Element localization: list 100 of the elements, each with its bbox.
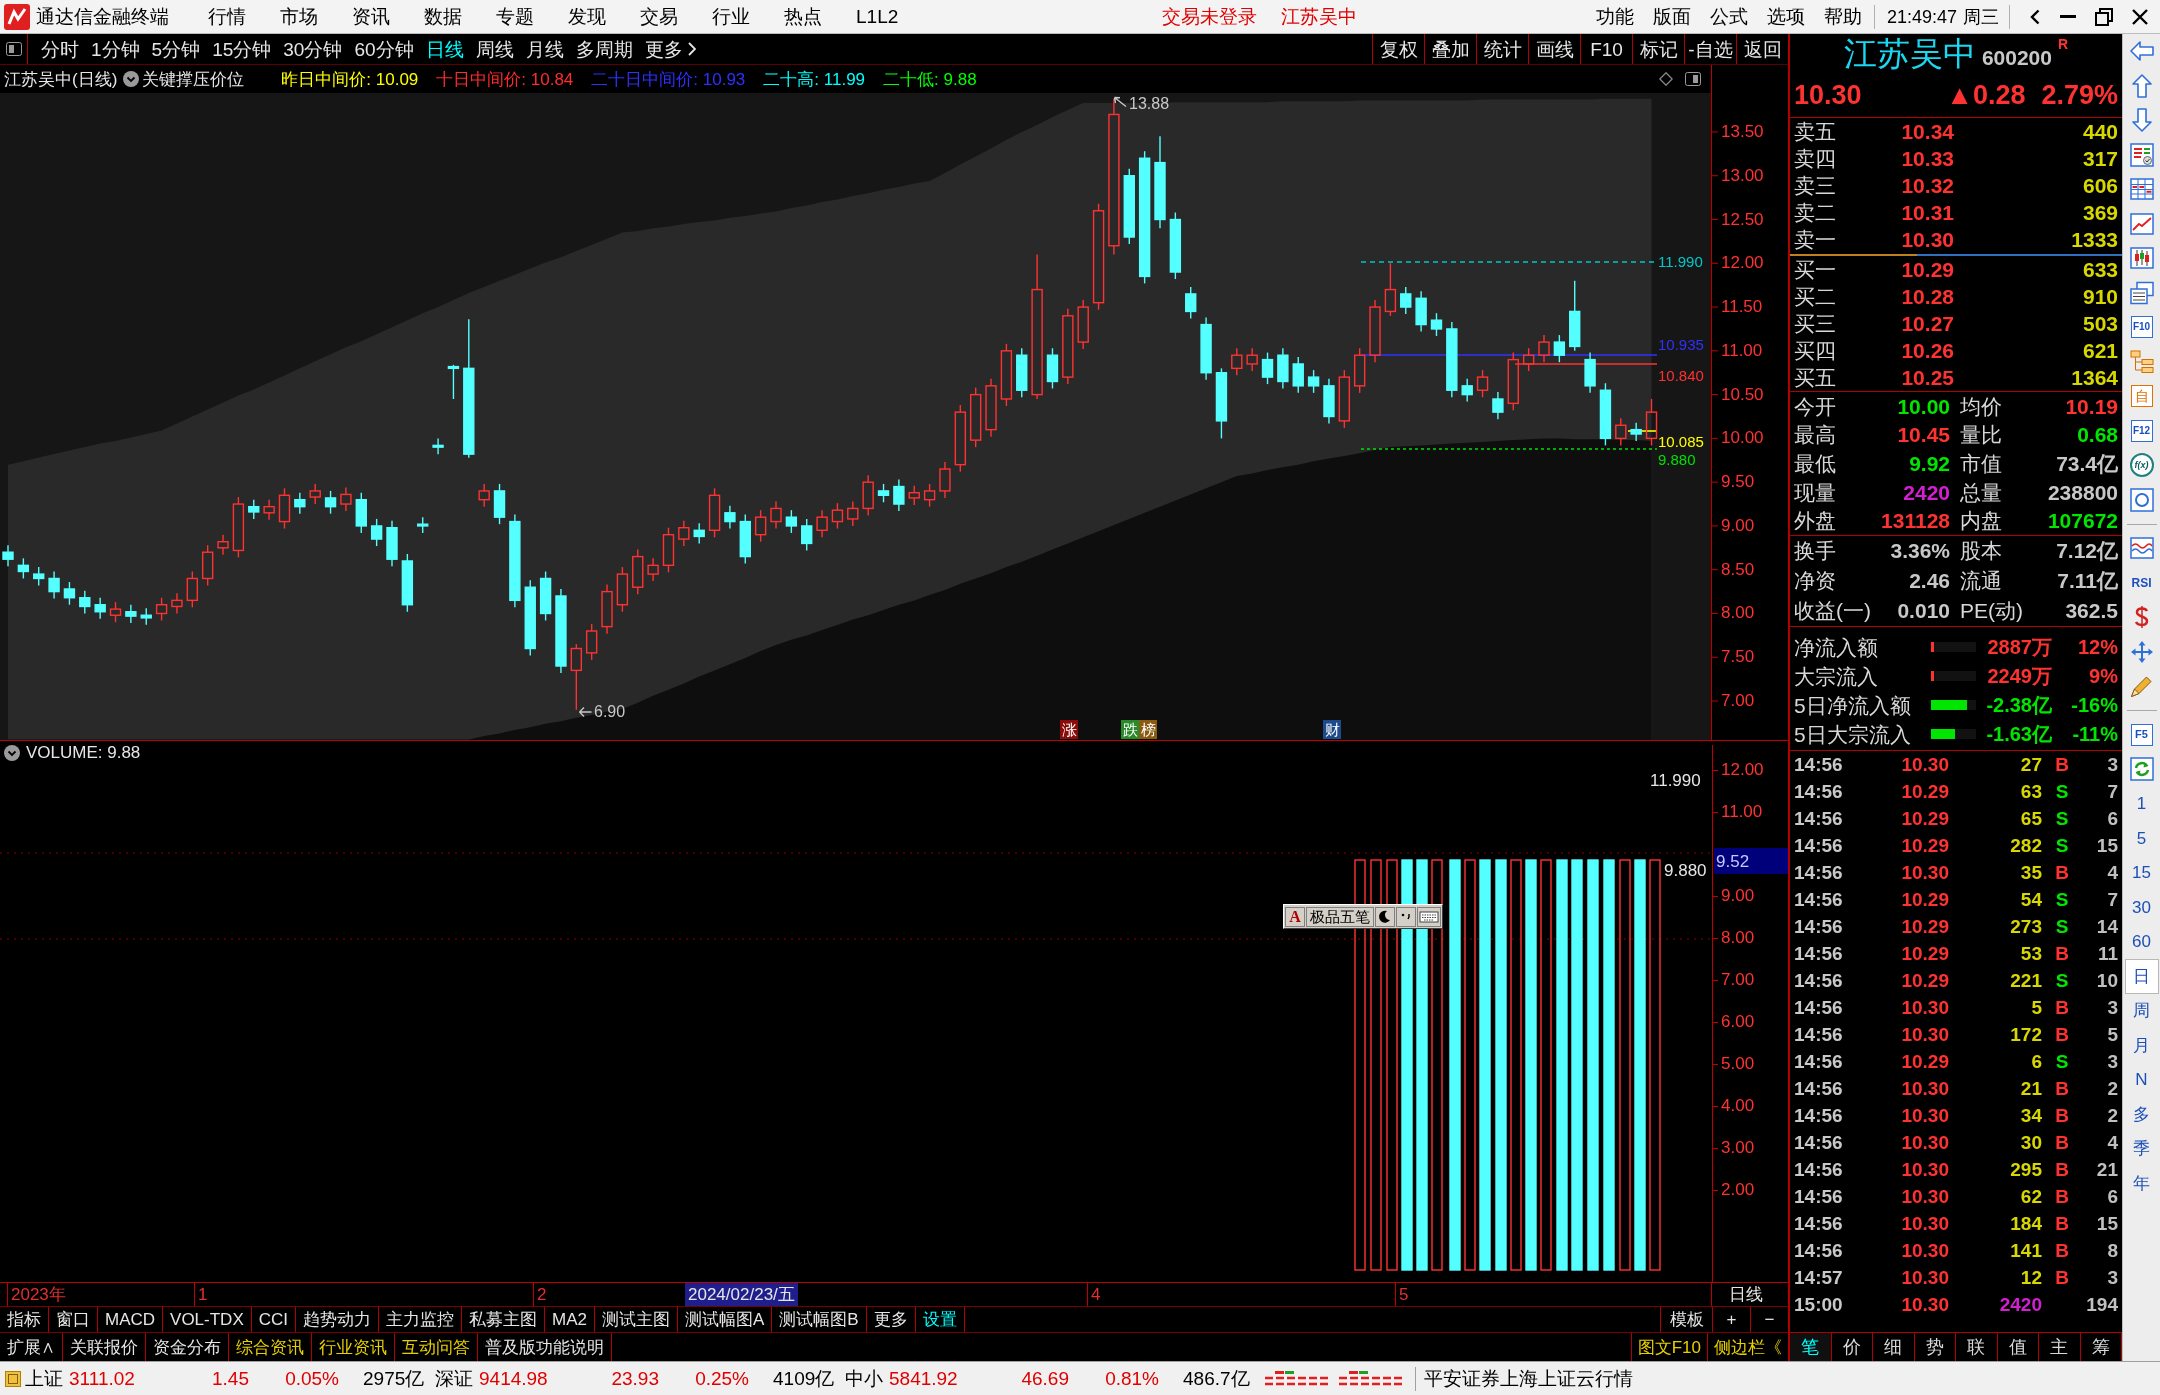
menu-item[interactable]: 帮助 [1823, 7, 1862, 26]
period-tab[interactable]: 15分钟 [212, 39, 272, 59]
indicator-tab[interactable]: 私募主图 [462, 1307, 546, 1332]
period-button[interactable]: N [2124, 1062, 2159, 1097]
app-logo-icon[interactable] [4, 3, 30, 30]
chart-tool-button[interactable]: 复权 [1372, 34, 1424, 64]
menu-item[interactable]: 发现 [568, 7, 606, 26]
keyboard-icon[interactable] [1417, 906, 1441, 927]
indicator-tab[interactable]: VOL-TDX [163, 1307, 252, 1332]
indicator-tab[interactable]: 更多 [866, 1307, 916, 1332]
menu-item[interactable]: 资讯 [352, 7, 390, 26]
report-grid-icon[interactable] [2129, 142, 2154, 167]
f12-button[interactable]: F12 [2130, 419, 2153, 442]
indicator-tab[interactable]: 指标 [0, 1307, 49, 1332]
period-button[interactable]: 季 [2124, 1131, 2159, 1166]
period-tab[interactable]: 60分钟 [354, 39, 414, 59]
event-tag[interactable]: 榜 [1139, 720, 1157, 739]
event-tag[interactable]: 涨 [1060, 720, 1078, 739]
menu-item[interactable]: 选项 [1766, 7, 1805, 26]
event-tag[interactable]: 跌 [1121, 720, 1139, 739]
tick-count: 2 [2106, 1078, 2118, 1098]
period-tab[interactable]: 周线 [475, 39, 514, 59]
line-chart-icon[interactable] [2129, 211, 2154, 236]
menu-item[interactable]: 公式 [1709, 7, 1748, 26]
moon-icon[interactable] [1375, 906, 1395, 927]
formula-button[interactable]: f(x) [2129, 453, 2154, 478]
move-icon[interactable] [2129, 639, 2154, 664]
indicator-tab[interactable]: 主力监控 [379, 1307, 463, 1332]
chart-tool-button[interactable]: 画线 [1528, 34, 1580, 64]
period-button[interactable]: 1 [2124, 786, 2159, 821]
notice-text: 江苏吴中 [1281, 7, 1358, 26]
ime-name-button[interactable]: 极品五笔 [1306, 906, 1374, 927]
clock-time: 21:49:47 [1886, 7, 1957, 26]
panel-toggle-icon[interactable] [1685, 72, 1701, 86]
period-tab[interactable]: 月线 [525, 39, 564, 59]
wave-chart-icon[interactable] [2129, 536, 2154, 561]
candlestick-icon[interactable] [2129, 246, 2154, 271]
menu-item[interactable]: 功能 [1595, 7, 1634, 26]
period-tab[interactable]: 日线 [425, 39, 464, 59]
candle [278, 487, 291, 530]
period-button[interactable]: 日 [2124, 959, 2159, 994]
tree-icon[interactable] [2129, 349, 2154, 374]
table-icon[interactable] [2129, 177, 2154, 202]
menu-item[interactable]: 行情 [208, 7, 246, 26]
f10-button[interactable]: F10 [2130, 316, 2153, 339]
dropdown-circle-icon[interactable] [123, 71, 140, 87]
period-button[interactable]: 30 [2124, 890, 2159, 925]
pencil-icon[interactable] [2129, 674, 2154, 699]
indicator-tab[interactable]: MACD [98, 1307, 164, 1332]
chart-tool-button[interactable]: 统计 [1476, 34, 1528, 64]
menu-item[interactable]: 市场 [280, 7, 318, 26]
f5-button[interactable]: F5 [2130, 723, 2153, 746]
event-tag[interactable]: 财 [1323, 720, 1341, 739]
period-button[interactable]: 15 [2124, 855, 2159, 890]
period-tab[interactable]: 30分钟 [283, 39, 343, 59]
menu-item[interactable]: 交易 [640, 7, 678, 26]
windows-icon[interactable] [2129, 280, 2154, 305]
order-level-label: 买五 [1794, 367, 1837, 388]
indicator-tab[interactable]: 设置 [915, 1307, 965, 1332]
period-button[interactable]: 年 [2124, 1166, 2159, 1201]
period-tab[interactable]: 1分钟 [91, 39, 140, 59]
indicator-tab[interactable]: 测试幅图A [678, 1307, 773, 1332]
menu-item[interactable]: 专题 [496, 7, 534, 26]
refresh-icon[interactable] [2129, 757, 2154, 782]
menu-item[interactable]: 数据 [424, 7, 462, 26]
diamond-icon[interactable] [1659, 72, 1673, 86]
rsi-button[interactable]: RSI [2128, 573, 2155, 592]
period-tab[interactable]: 多周期 [575, 39, 633, 59]
period-button[interactable]: 5 [2124, 821, 2159, 856]
indicator-tab[interactable]: 趋势动力 [296, 1307, 380, 1332]
panel-control-button[interactable]: + [1712, 1307, 1750, 1332]
indicator-tab[interactable]: MA2 [545, 1307, 595, 1332]
ime-mode-button[interactable]: A [1285, 906, 1305, 927]
menu-item[interactable]: 热点 [784, 7, 822, 26]
panel-control-button[interactable]: 模板 [1660, 1307, 1712, 1332]
indicator-tab[interactable]: CCI [251, 1307, 297, 1332]
indicator-tab[interactable]: 测试幅图B [772, 1307, 867, 1332]
panel-icon[interactable] [5, 1370, 21, 1387]
indicator-tab[interactable]: 窗口 [49, 1307, 98, 1332]
punctuation-icon[interactable] [1396, 906, 1416, 927]
period-tab[interactable]: 5分钟 [151, 39, 201, 59]
arrow-left-icon[interactable] [2129, 39, 2154, 64]
chart-tool-button[interactable]: -自选 [1684, 34, 1736, 64]
chart-tool-button[interactable]: 标记 [1632, 34, 1684, 64]
menu-item[interactable]: 版面 [1652, 7, 1691, 26]
period-tab[interactable]: 更多 [644, 39, 696, 59]
period-button[interactable]: 月 [2124, 1028, 2159, 1063]
period-button[interactable]: 周 [2124, 993, 2159, 1028]
arrow-down-icon[interactable] [2129, 108, 2154, 133]
period-button[interactable]: 60 [2124, 924, 2159, 959]
menu-item[interactable]: 行业 [712, 7, 750, 26]
menu-item[interactable]: L1L2 [856, 7, 899, 26]
chart-tool-button[interactable]: 叠加 [1424, 34, 1476, 64]
period-button[interactable]: 多 [2124, 1097, 2159, 1132]
chart-tool-button[interactable]: F10 [1580, 34, 1632, 64]
indicator-tab[interactable]: 测试主图 [595, 1307, 678, 1332]
period-tab[interactable]: 分时 [41, 39, 79, 59]
detail-tab[interactable]: 笔 [1790, 1333, 1832, 1361]
arrow-up-icon[interactable] [2129, 73, 2154, 98]
dropdown-circle-icon[interactable] [4, 745, 20, 761]
